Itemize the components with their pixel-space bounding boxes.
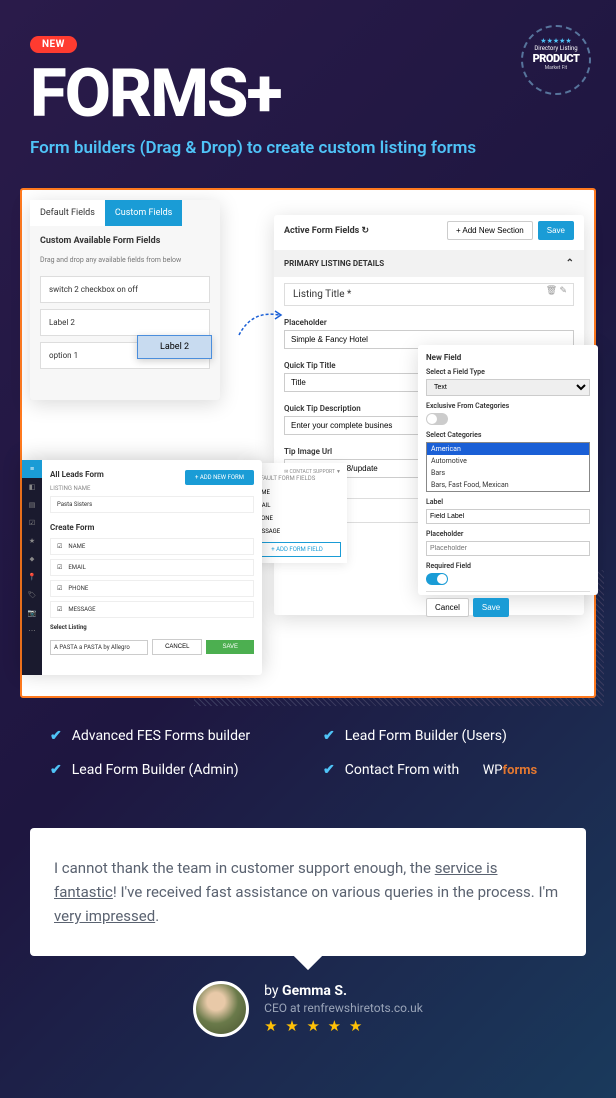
cancel-button[interactable]: Cancel bbox=[426, 598, 469, 617]
listing-title-label: Listing Title * bbox=[293, 289, 351, 300]
check-icon: ✔ bbox=[323, 728, 335, 744]
new-field-panel: New Field Select a Field Type Text Exclu… bbox=[418, 345, 598, 595]
field-item[interactable]: switch 2 checkbox on off bbox=[40, 276, 210, 303]
category-option[interactable]: Bars, Fast Food, Mexican bbox=[427, 479, 589, 491]
category-option[interactable]: American bbox=[427, 443, 589, 455]
placeholder-input2[interactable] bbox=[426, 541, 590, 556]
sidebar-icon[interactable]: ≡ bbox=[22, 460, 42, 478]
award-badge: ★★★★★ Directory Listing PRODUCT Market F… bbox=[521, 25, 591, 95]
default-field-row[interactable]: PHONE bbox=[253, 512, 341, 525]
author-name: by Gemma S. bbox=[264, 983, 423, 999]
select-listing-label: Select Listing bbox=[50, 624, 254, 631]
save-field-button[interactable]: Save bbox=[473, 598, 509, 617]
custom-fields-panel: Default Fields Custom Fields Custom Avai… bbox=[30, 200, 220, 400]
tab-custom-fields[interactable]: Custom Fields bbox=[105, 200, 182, 226]
mockup-area: Active Form Fields ↻ + Add New Section S… bbox=[20, 188, 596, 698]
new-field-title: New Field bbox=[426, 353, 590, 362]
features-list: ✔ Advanced FES Forms builder ✔ Lead Form B… bbox=[0, 698, 616, 808]
testimonial-author: by Gemma S. CEO at renfrewshiretots.co.u… bbox=[0, 981, 616, 1037]
default-field-row[interactable]: EMAIL bbox=[253, 499, 341, 512]
cancel-form-button[interactable]: CANCEL bbox=[152, 639, 202, 655]
dragging-field[interactable]: Label 2 bbox=[137, 335, 212, 359]
tab-default-fields[interactable]: Default Fields bbox=[30, 200, 105, 226]
check-icon: ✔ bbox=[50, 762, 62, 778]
custom-fields-sub: Drag and drop any available fields from … bbox=[30, 256, 220, 270]
categories-label: Select Categories bbox=[426, 431, 590, 439]
label-label: Label bbox=[426, 498, 590, 506]
leads-form-panel: ≡ ◧ ▤ ☑ ★ ⬥ 📍 🏷 📷 ⋯ + ADD NEW FORM All L… bbox=[22, 460, 262, 675]
section-title: PRIMARY LISTING DETAILS bbox=[284, 259, 384, 268]
category-option[interactable]: Bars bbox=[427, 467, 589, 479]
new-badge: NEW bbox=[30, 36, 77, 53]
field-item[interactable]: Label 2 bbox=[40, 309, 210, 336]
add-new-form-button[interactable]: + ADD NEW FORM bbox=[185, 470, 254, 485]
field-type-select[interactable]: Text bbox=[426, 379, 590, 396]
listing-name-header: LISTING NAME bbox=[50, 485, 254, 492]
award-top: Directory Listing bbox=[529, 45, 583, 52]
field-type-label: Select a Field Type bbox=[426, 368, 590, 376]
check-icon: ✔ bbox=[323, 762, 335, 778]
admin-sidebar: ≡ ◧ ▤ ☑ ★ ⬥ 📍 🏷 📷 ⋯ bbox=[22, 460, 42, 675]
form-row[interactable]: ☑NAME bbox=[50, 538, 254, 555]
exclusive-toggle[interactable] bbox=[426, 413, 448, 425]
required-label: Required Field bbox=[426, 562, 590, 570]
sidebar-icon[interactable]: 📷 bbox=[22, 604, 42, 622]
sidebar-icon[interactable]: ⋯ bbox=[22, 622, 42, 640]
required-toggle[interactable] bbox=[426, 573, 448, 585]
author-avatar bbox=[193, 981, 249, 1037]
sidebar-icon[interactable]: ◧ bbox=[22, 478, 42, 496]
form-row[interactable]: ☑MESSAGE bbox=[50, 601, 254, 618]
contact-panel: ✉ CONTACT SUPPORT ▼ DEFAULT FORM FIELDS … bbox=[247, 463, 347, 563]
placeholder-label: Placeholder bbox=[284, 318, 574, 327]
custom-fields-heading: Custom Available Form Fields bbox=[30, 226, 220, 256]
save-button[interactable]: Save bbox=[538, 221, 574, 240]
wpforms-logo: WPforms bbox=[483, 763, 537, 778]
save-form-button[interactable]: SAVE bbox=[206, 640, 254, 654]
sidebar-icon[interactable]: ★ bbox=[22, 532, 42, 550]
testimonial-text: I cannot thank the team in customer supp… bbox=[54, 856, 562, 928]
form-row[interactable]: ☑PHONE bbox=[50, 580, 254, 597]
check-icon: ✔ bbox=[50, 728, 62, 744]
feature-text: Lead Form Builder (Admin) bbox=[72, 762, 239, 778]
award-main: PRODUCT bbox=[529, 52, 583, 65]
sidebar-icon[interactable]: ⬥ bbox=[22, 550, 42, 568]
edit-icon[interactable]: ✎ bbox=[559, 286, 567, 296]
active-fields-title: Active Form Fields ↻ bbox=[284, 226, 369, 236]
sidebar-icon[interactable]: 📍 bbox=[22, 568, 42, 586]
collapse-icon[interactable]: ⌃ bbox=[566, 258, 574, 269]
category-option[interactable]: Automotive bbox=[427, 455, 589, 467]
add-form-field-button[interactable]: + ADD FORM FIELD bbox=[253, 542, 341, 557]
add-section-button[interactable]: + Add New Section bbox=[447, 221, 533, 240]
listing-row[interactable]: Pasta Sisters bbox=[50, 496, 254, 513]
listing-select[interactable]: A PASTA a PASTA by Allegro bbox=[50, 640, 148, 655]
default-field-row[interactable]: NAME bbox=[253, 486, 341, 499]
feature-text: Lead Form Builder (Users) bbox=[345, 728, 507, 744]
label-input[interactable] bbox=[426, 509, 590, 524]
exclusive-label: Exclusive From Categories bbox=[426, 402, 590, 410]
drag-arrow bbox=[237, 305, 287, 340]
create-form-title: Create Form bbox=[50, 523, 254, 532]
default-field-row[interactable]: MESSAGE bbox=[253, 525, 341, 538]
trash-icon[interactable]: 🗑 bbox=[546, 286, 557, 296]
feature-text: Contact From with bbox=[345, 762, 460, 778]
categories-list[interactable]: American Automotive Bars Bars, Fast Food… bbox=[426, 442, 590, 492]
rating-stars: ★ ★ ★ ★ ★ bbox=[264, 1017, 423, 1035]
sidebar-icon[interactable]: ▤ bbox=[22, 496, 42, 514]
page-title: FORMS+ bbox=[30, 61, 586, 128]
placeholder-label2: Placeholder bbox=[426, 530, 590, 538]
feature-text: Advanced FES Forms builder bbox=[72, 728, 250, 744]
page-subtitle: Form builders (Drag & Drop) to create cu… bbox=[30, 138, 586, 158]
award-sub: Market Fit bbox=[529, 65, 583, 71]
author-role: CEO at renfrewshiretots.co.uk bbox=[264, 1001, 423, 1015]
sidebar-icon[interactable]: ☑ bbox=[22, 514, 42, 532]
testimonial-card: I cannot thank the team in customer supp… bbox=[30, 828, 586, 956]
sidebar-icon[interactable]: 🏷 bbox=[22, 586, 42, 604]
default-fields-heading: DEFAULT FORM FIELDS bbox=[253, 475, 341, 482]
form-row[interactable]: ☑EMAIL bbox=[50, 559, 254, 576]
